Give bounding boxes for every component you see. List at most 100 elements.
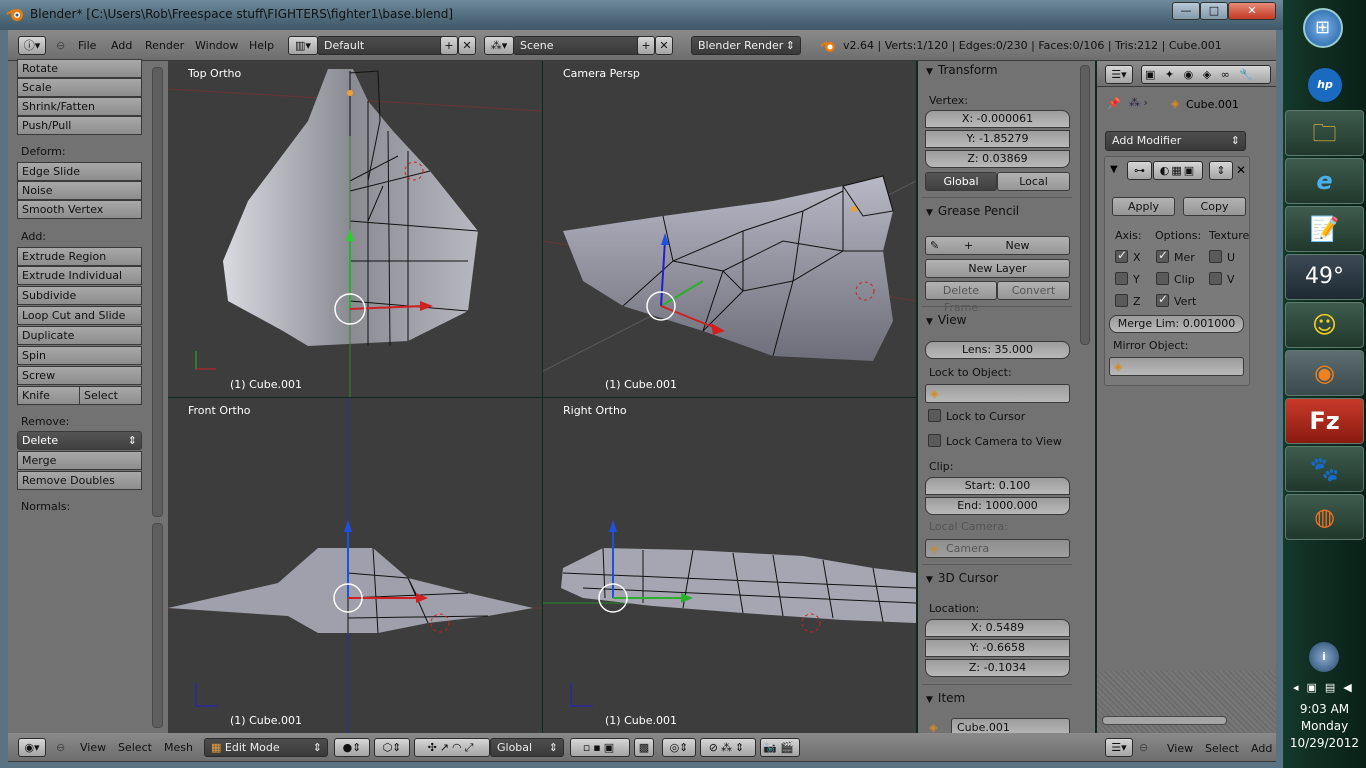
manipulator-icons[interactable]: ✣↗◠⤢ xyxy=(414,738,490,757)
remove-screen-icon[interactable]: ✕ xyxy=(458,36,476,55)
taskbar-firefox[interactable]: ◍ xyxy=(1285,494,1364,540)
texture-u-checkbox[interactable] xyxy=(1209,250,1222,263)
axis-z-checkbox[interactable] xyxy=(1115,294,1128,307)
clip-start-field[interactable]: Start: 0.100 xyxy=(925,477,1070,495)
transform-header[interactable]: Transform xyxy=(926,63,1078,77)
editor-type-3dview-button[interactable]: ◉▾ xyxy=(18,738,46,757)
viewport-right-ortho[interactable]: Right Ortho (1) Cube.001 xyxy=(543,398,916,733)
pivot-point-icon[interactable]: ⬡⇕ xyxy=(374,738,410,757)
occlude-geometry-icon[interactable]: ▩ xyxy=(634,738,654,757)
properties-context-tabs[interactable]: ▣ ✦ ◉ ◈ ∞ 🔧 xyxy=(1141,65,1271,84)
tool-extrude-region[interactable]: Extrude Region xyxy=(17,247,142,266)
menu-window[interactable]: Window xyxy=(195,39,238,52)
cursor-x-field[interactable]: X: 0.5489 xyxy=(925,619,1070,637)
cursor-z-field[interactable]: Z: -0.1034 xyxy=(925,659,1070,677)
tool-spin[interactable]: Spin xyxy=(17,346,142,365)
system-tray-icons[interactable]: ◂▣▤◀ xyxy=(1293,681,1360,694)
modifier-move-icon[interactable]: ⇕ xyxy=(1209,161,1233,180)
axis-y-checkbox[interactable] xyxy=(1115,272,1128,285)
tool-noise[interactable]: Noise xyxy=(17,181,142,200)
minimize-button[interactable]: — xyxy=(1172,2,1200,20)
menu-select[interactable]: Select xyxy=(1205,742,1239,755)
proportional-edit-icon[interactable]: ◎⇕ xyxy=(662,738,696,757)
clock-time[interactable]: 9:03 AM xyxy=(1283,702,1366,716)
start-button[interactable]: ⊞ xyxy=(1303,8,1343,48)
editor-type-properties-button[interactable]: ☰▾ xyxy=(1105,65,1133,84)
taskbar-yahoo[interactable]: ☺ xyxy=(1285,302,1364,348)
viewport-shading-icon[interactable]: ●⇕ xyxy=(334,738,370,757)
lock-camera-checkbox[interactable] xyxy=(928,434,941,447)
menu-mesh[interactable]: Mesh xyxy=(164,741,193,754)
tool-remove-doubles[interactable]: Remove Doubles xyxy=(17,471,142,490)
scene-icon[interactable]: ⁂▾ xyxy=(484,36,514,55)
render-engine-select[interactable]: Blender Render ⇕ xyxy=(691,36,801,55)
cursor-header[interactable]: 3D Cursor xyxy=(926,571,1078,585)
tool-smooth-vertex[interactable]: Smooth Vertex xyxy=(17,200,142,219)
scene-field[interactable]: Scene xyxy=(513,36,643,55)
menu-view[interactable]: View xyxy=(1167,742,1193,755)
add-scene-icon[interactable]: + xyxy=(637,36,655,55)
tool-shelf-scrollbar-lower[interactable] xyxy=(152,523,163,728)
clip-end-field[interactable]: End: 1000.000 xyxy=(925,497,1070,515)
cursor-y-field[interactable]: Y: -0.6658 xyxy=(925,639,1070,657)
collapse-arrow-icon[interactable]: ▼ xyxy=(1110,164,1118,175)
hp-icon[interactable]: hp xyxy=(1308,68,1342,102)
collapse-menu-icon[interactable]: ⊖ xyxy=(1139,741,1148,754)
delete-menu[interactable]: Delete ⇕ xyxy=(17,431,142,450)
merge-limit-field[interactable]: Merge Lim: 0.001000 xyxy=(1109,315,1244,333)
close-button[interactable]: ✕ xyxy=(1228,2,1276,20)
mode-select[interactable]: ▦ Edit Mode ⇕ xyxy=(204,738,328,757)
add-screen-icon[interactable]: + xyxy=(440,36,458,55)
tool-shelf-scrollbar[interactable] xyxy=(152,67,163,517)
vertex-y-field[interactable]: Y: -1.85279 xyxy=(925,130,1070,148)
local-camera-field[interactable]: ◈ Camera xyxy=(925,539,1070,558)
modifier-visibility-toggles[interactable]: ◐▦▣ xyxy=(1153,161,1203,180)
view-header[interactable]: View xyxy=(926,313,1078,327)
menu-help[interactable]: Help xyxy=(249,39,274,52)
screen-layout-icon[interactable]: ▥▾ xyxy=(288,36,318,55)
select-mode-icons[interactable]: ▫▪▣ xyxy=(570,738,630,757)
global-toggle[interactable]: Global xyxy=(925,172,997,191)
vertex-x-field[interactable]: X: -0.000061 xyxy=(925,110,1070,128)
axis-x-checkbox[interactable] xyxy=(1115,248,1128,263)
viewport-camera-persp[interactable]: Camera Persp (1) Cube.001 xyxy=(543,61,916,397)
taskbar-notepad[interactable]: 📝 xyxy=(1285,206,1364,252)
pin-icon[interactable]: 📌 xyxy=(1107,97,1121,110)
convert-button[interactable]: Convert xyxy=(997,281,1070,300)
tool-duplicate[interactable]: Duplicate xyxy=(17,326,142,345)
copy-button[interactable]: Copy xyxy=(1183,197,1246,216)
viewport-front-ortho[interactable]: Front Ortho (1) Cube.001 xyxy=(168,398,542,733)
tool-knife[interactable]: Knife xyxy=(17,386,80,405)
taskbar-explorer[interactable]: 🗀 xyxy=(1285,110,1364,156)
lens-field[interactable]: Lens: 35.000 xyxy=(925,341,1070,359)
viewport-top-ortho[interactable]: Top Ortho (1) Cube.001 xyxy=(168,61,542,397)
grease-pencil-header[interactable]: Grease Pencil xyxy=(926,204,1078,218)
mirror-object-field[interactable]: ◈ xyxy=(1109,357,1244,376)
collapse-menu-icon[interactable]: ⊖ xyxy=(56,39,65,52)
taskbar-weather[interactable]: 49° xyxy=(1285,254,1364,300)
tool-merge[interactable]: Merge xyxy=(17,451,142,470)
n-panel-scrollbar[interactable] xyxy=(1080,65,1090,345)
tool-extrude-individual[interactable]: Extrude Individual xyxy=(17,266,142,285)
tool-loop-cut[interactable]: Loop Cut and Slide xyxy=(17,306,142,325)
orientation-select[interactable]: Global ⇕ xyxy=(490,738,564,757)
clip-checkbox[interactable] xyxy=(1156,272,1169,285)
editor-type-button[interactable]: ☰▾ xyxy=(1105,738,1133,757)
tool-subdivide[interactable]: Subdivide xyxy=(17,286,142,305)
taskbar-ie[interactable]: e xyxy=(1285,158,1364,204)
tool-scale[interactable]: Scale xyxy=(17,78,142,97)
editor-type-info-button[interactable]: ⓘ▾ xyxy=(18,36,46,55)
tool-edge-slide[interactable]: Edge Slide xyxy=(17,162,142,181)
maximize-button[interactable]: □ xyxy=(1200,2,1228,20)
menu-select[interactable]: Select xyxy=(118,741,152,754)
add-modifier-menu[interactable]: Add Modifier ⇕ xyxy=(1105,131,1246,151)
delete-frame-button[interactable]: Delete Frame xyxy=(925,281,997,314)
properties-h-scrollbar[interactable] xyxy=(1102,716,1227,725)
tool-knife-select[interactable]: Select xyxy=(79,386,142,405)
snap-icons[interactable]: ⊘⁂⇕ xyxy=(700,738,756,757)
render-icons[interactable]: 📷🎬 xyxy=(760,738,800,757)
vertex-z-field[interactable]: Z: 0.03869 xyxy=(925,150,1070,168)
lock-object-field[interactable]: ◈ xyxy=(925,384,1070,403)
taskbar-gimp[interactable]: 🐾 xyxy=(1285,446,1364,492)
menu-add[interactable]: Add xyxy=(1251,742,1272,755)
